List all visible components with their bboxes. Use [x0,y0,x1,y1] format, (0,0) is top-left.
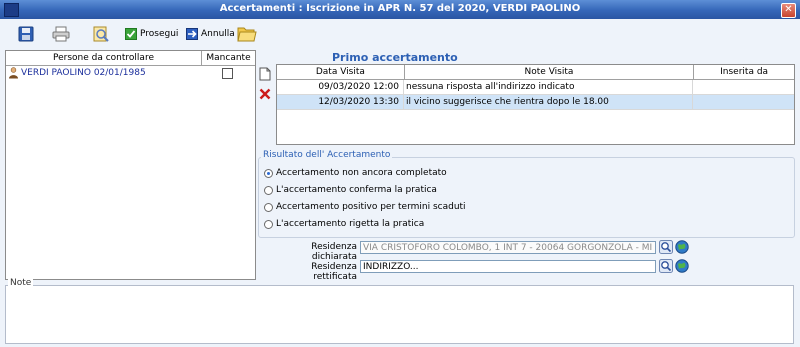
col-notes[interactable]: Note Visita [405,65,695,79]
corrected-residence-field[interactable]: INDIRIZZO... [360,260,656,273]
printer-icon [52,26,70,42]
radio-confirms[interactable]: L'accertamento conferma la pratica [264,185,437,195]
visit-date: 09/03/2020 12:00 [277,80,404,94]
radio-button[interactable] [264,219,273,229]
visit-note: il vicino suggerisce che rientra dopo le… [404,95,693,109]
visit-date: 12/03/2020 13:30 [277,95,404,109]
close-icon: ✕ [784,4,793,15]
section-title: Primo accertamento [332,51,458,64]
new-document-icon [259,67,271,81]
window-title: Accertamenti : Iscrizione in APR N. 57 d… [219,3,581,14]
result-legend: Risultato dell' Accertamento [261,150,393,160]
radio-label: L'accertamento rigetta la pratica [276,219,425,229]
corrected-residence-label: Residenza rettificata [311,262,357,282]
radio-label: Accertamento non ancora completato [276,168,447,178]
declared-residence-label: Residenza dichiarata [311,242,357,262]
visit-inserted [693,80,793,94]
exit-icon [186,28,198,40]
visit-inserted [693,95,793,109]
globe-icon[interactable] [675,259,689,273]
preview-icon [93,26,109,42]
declared-residence-field[interactable]: VIA CRISTOFORO COLOMBO, 1 INT 7 - 20064 … [360,241,656,254]
folder-button[interactable] [237,24,257,44]
prosegui-button[interactable]: Prosegui [125,24,178,44]
prosegui-label: Prosegui [140,29,179,39]
toolbar: Prosegui Annulla [0,19,800,48]
radio-not-completed[interactable]: Accertamento non ancora completato [264,168,447,178]
person-row[interactable]: VERDI PAOLINO 02/01/1985 [6,66,255,80]
new-visit-button[interactable] [259,67,271,84]
visits-grid: Data Visita Note Visita Inserita da 09/0… [276,64,795,145]
radio-expired-terms[interactable]: Accertamento positivo per termini scadut… [264,202,466,212]
col-persons[interactable]: Persone da controllare [6,51,202,65]
close-button[interactable]: ✕ [781,3,796,18]
annulla-label: Annulla [201,29,235,39]
check-icon [125,28,137,40]
visit-row[interactable]: 09/03/2020 12:00 nessuna risposta all'in… [277,80,794,95]
radio-rejects[interactable]: L'accertamento rigetta la pratica [264,219,424,229]
visit-note: nessuna risposta all'indirizzo indicato [404,80,693,94]
persons-header: Persone da controllare Mancante [6,51,255,66]
search-icon[interactable] [659,259,673,273]
radio-label: Accertamento positivo per termini scadut… [276,202,466,212]
delete-visit-button[interactable] [259,88,271,103]
missing-checkbox[interactable] [222,67,233,79]
print-button[interactable] [52,24,70,44]
folder-icon [237,27,257,42]
save-icon [18,26,34,42]
delete-icon [259,88,271,100]
visit-row[interactable]: 12/03/2020 13:30 il vicino suggerisce ch… [277,95,794,110]
col-inserted[interactable]: Inserita da [694,65,794,79]
save-button[interactable] [18,24,34,44]
notes-textarea[interactable] [5,285,794,344]
radio-button[interactable] [264,202,273,212]
globe-icon[interactable] [675,240,689,254]
title-bar: Accertamenti : Iscrizione in APR N. 57 d… [0,0,800,19]
person-name: VERDI PAOLINO 02/01/1985 [21,68,146,78]
preview-button[interactable] [92,24,110,44]
col-date[interactable]: Data Visita [277,65,405,79]
col-missing[interactable]: Mancante [202,51,255,65]
annulla-button[interactable]: Annulla [186,24,235,44]
radio-label: L'accertamento conferma la pratica [276,185,437,195]
radio-button[interactable] [264,185,273,195]
notes-legend: Note [8,278,34,288]
radio-button[interactable] [264,168,273,178]
person-icon [9,67,18,79]
search-icon[interactable] [659,240,673,254]
visits-header: Data Visita Note Visita Inserita da [277,65,794,80]
persons-grid: Persone da controllare Mancante VERDI PA… [5,50,256,280]
